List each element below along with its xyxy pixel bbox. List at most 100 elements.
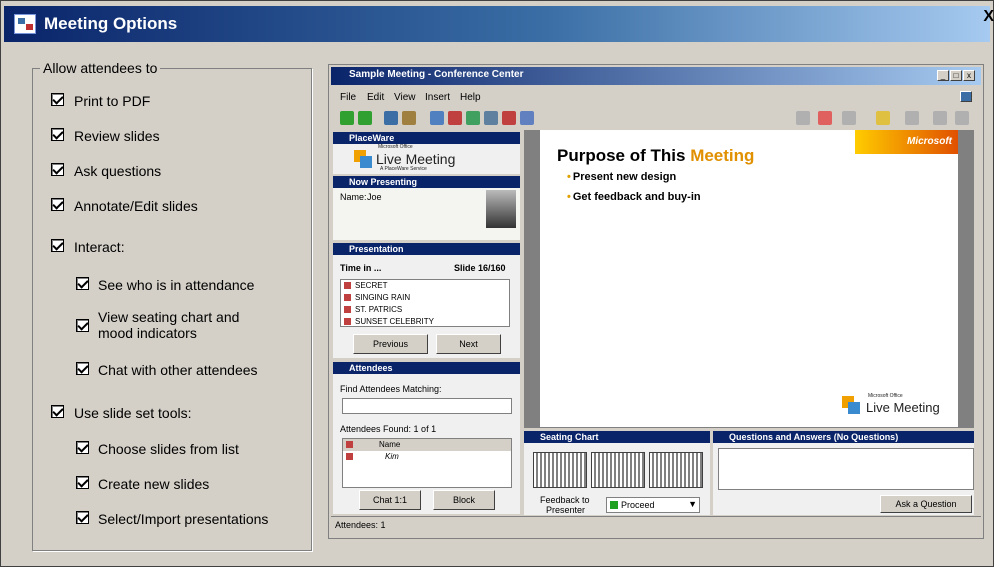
- highlighter-icon[interactable]: [876, 111, 890, 125]
- menu-view[interactable]: View: [394, 92, 416, 103]
- menu-edit[interactable]: Edit: [367, 92, 384, 103]
- eraser-icon[interactable]: [955, 111, 969, 125]
- ask-question-button[interactable]: Ask a Question: [880, 495, 972, 513]
- seating-grid: [533, 452, 587, 488]
- chat-attendees-label: Chat with other attendees: [98, 362, 258, 378]
- seating-chart-label-2: mood indicators: [98, 325, 197, 341]
- web-icon[interactable]: [466, 111, 480, 125]
- now-presenting-head: Now Presenting: [333, 176, 520, 188]
- qa-head: Questions and Answers (No Questions): [713, 431, 974, 443]
- create-slides-checkbox[interactable]: [76, 476, 89, 489]
- app-icon: [14, 14, 36, 34]
- find-attendees-input[interactable]: [342, 398, 512, 414]
- slide-bullet: Present new design: [567, 171, 676, 183]
- status-text: Attendees: 1: [335, 520, 386, 530]
- ask-questions-checkbox[interactable]: [51, 163, 64, 176]
- qa-list[interactable]: [718, 448, 974, 490]
- name-label: Name:: [340, 192, 367, 202]
- check-icon[interactable]: [502, 111, 516, 125]
- slide-live-meeting-logo: Live Meeting: [866, 400, 940, 415]
- next-button[interactable]: Next: [436, 334, 501, 354]
- list-item[interactable]: SECRET: [341, 280, 509, 292]
- previous-label: Previous: [372, 339, 408, 349]
- poll-icon[interactable]: [484, 111, 498, 125]
- live-meeting-logo: Live Meeting: [376, 151, 456, 167]
- slide-tools-checkbox[interactable]: [51, 405, 64, 418]
- print-to-pdf-label: Print to PDF: [74, 93, 151, 109]
- previous-button[interactable]: Previous: [353, 334, 428, 354]
- preview-title: Sample Meeting - Conference Center: [349, 69, 524, 80]
- close-icon[interactable]: X: [983, 8, 994, 26]
- title-bar: Meeting Options: [4, 6, 990, 42]
- back-icon[interactable]: [340, 111, 354, 125]
- menu-file[interactable]: File: [340, 92, 356, 103]
- feedback-label: Feedback to: [540, 495, 590, 505]
- review-slides-checkbox[interactable]: [51, 128, 64, 141]
- import-presentations-checkbox[interactable]: [76, 511, 89, 524]
- slide-logo-top: Microsoft Office: [868, 393, 903, 399]
- presenter-photo: [486, 190, 516, 228]
- block-button[interactable]: Block: [433, 490, 495, 510]
- pen-icon[interactable]: [842, 111, 856, 125]
- highlight-pointer-icon[interactable]: [818, 111, 832, 125]
- see-attendance-label: See who is in attendance: [98, 277, 255, 293]
- edit-icon[interactable]: [402, 111, 416, 125]
- menu-help[interactable]: Help: [460, 92, 481, 103]
- chat-button[interactable]: Chat 1:1: [359, 490, 421, 510]
- seating-chart-head: Seating Chart: [524, 431, 710, 443]
- arrow-tool-icon[interactable]: [905, 111, 919, 125]
- presentation-head: Presentation: [333, 243, 520, 255]
- maximize-icon[interactable]: □: [950, 70, 962, 81]
- microsoft-banner: Microsoft: [855, 130, 958, 154]
- text-tool-icon[interactable]: [933, 111, 947, 125]
- time-label: Time in ...: [340, 263, 382, 273]
- table-header: Name: [343, 439, 511, 451]
- feedback-select[interactable]: Proceed ▼: [606, 497, 700, 513]
- home-icon[interactable]: [384, 111, 398, 125]
- minimize-icon[interactable]: _: [937, 70, 949, 81]
- presenter-name: Joe: [367, 192, 382, 202]
- print-to-pdf-checkbox[interactable]: [51, 93, 64, 106]
- interact-label: Interact:: [74, 239, 125, 255]
- status-bar: [331, 516, 981, 536]
- restore-icon[interactable]: [960, 91, 972, 102]
- slide-icon[interactable]: [520, 111, 534, 125]
- menu-insert[interactable]: Insert: [425, 92, 450, 103]
- choose-slides-checkbox[interactable]: [76, 441, 89, 454]
- annotate-edit-checkbox[interactable]: [51, 198, 64, 211]
- list-item[interactable]: SUNSET CELEBRITY: [341, 316, 509, 328]
- feedback-label-2: Presenter: [546, 505, 586, 515]
- annotate-edit-label: Annotate/Edit slides: [74, 198, 198, 214]
- close-preview-icon[interactable]: x: [963, 70, 975, 81]
- next-label: Next: [459, 339, 478, 349]
- list-item[interactable]: SINGING RAIN: [341, 292, 509, 304]
- see-attendance-checkbox[interactable]: [76, 277, 89, 290]
- chat-label: Chat 1:1: [372, 495, 408, 505]
- list-item[interactable]: ST. PATRICS: [341, 304, 509, 316]
- logo-top: Microsoft Office: [378, 144, 413, 150]
- ask-question-label: Ask a Question: [895, 499, 957, 509]
- preview-title-bar: Sample Meeting - Conference Center: [331, 67, 981, 85]
- pointer-icon[interactable]: [796, 111, 810, 125]
- slide-bullet: Get feedback and buy-in: [567, 191, 701, 203]
- share-icon[interactable]: [430, 111, 444, 125]
- forward-icon[interactable]: [358, 111, 372, 125]
- import-presentations-label: Select/Import presentations: [98, 511, 269, 527]
- seating-chart-checkbox[interactable]: [76, 319, 89, 332]
- slide-tools-label: Use slide set tools:: [74, 405, 192, 421]
- interact-checkbox[interactable]: [51, 239, 64, 252]
- table-row[interactable]: Kim: [343, 451, 511, 463]
- ask-questions-label: Ask questions: [74, 163, 162, 179]
- slide-logo-square-2: [848, 402, 860, 414]
- slide-list[interactable]: SECRET SINGING RAIN ST. PATRICS SUNSET C…: [340, 279, 510, 327]
- proceed-icon: [610, 501, 618, 509]
- attendee-table: Name Kim: [342, 438, 512, 488]
- annotate-icon[interactable]: [448, 111, 462, 125]
- slide-title: Purpose of This Meeting: [557, 146, 754, 166]
- review-slides-label: Review slides: [74, 128, 160, 144]
- window-title: Meeting Options: [44, 14, 178, 33]
- chat-attendees-checkbox[interactable]: [76, 362, 89, 375]
- attendees-found: Attendees Found: 1 of 1: [340, 424, 437, 434]
- brand-label: Microsoft: [907, 136, 952, 147]
- seating-chart-label: View seating chart and: [98, 309, 240, 325]
